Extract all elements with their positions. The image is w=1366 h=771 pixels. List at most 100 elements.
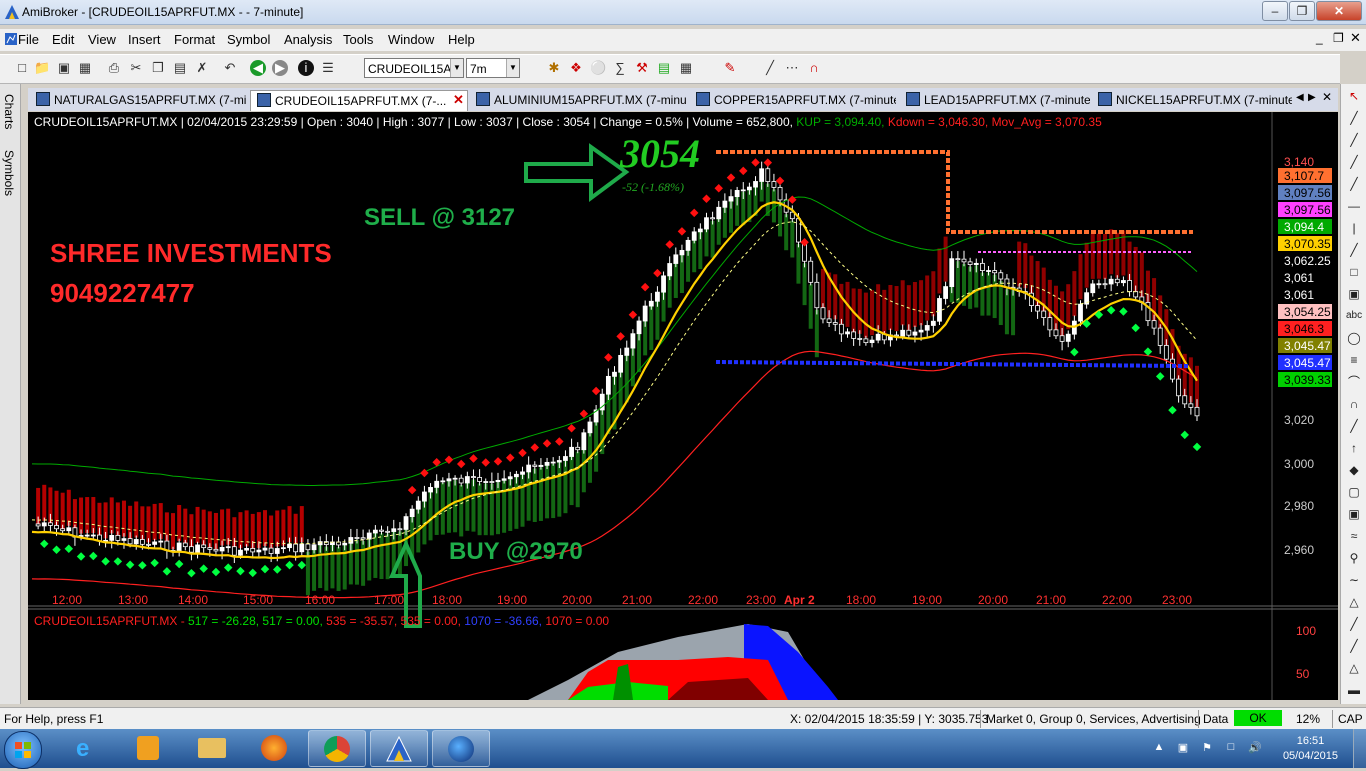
arrow-up-icon[interactable]: ↑ bbox=[1346, 440, 1362, 456]
binoculars-icon[interactable]: ⚪ bbox=[590, 60, 606, 76]
rectangle-icon[interactable]: □ bbox=[1346, 264, 1362, 280]
price-chart[interactable]: CRUDEOIL15APRFUT.MX | 02/04/2015 23:29:5… bbox=[28, 112, 1338, 700]
tools-icon[interactable]: ⚒ bbox=[634, 60, 650, 76]
menu-insert[interactable]: Insert bbox=[128, 32, 161, 47]
properties-icon[interactable]: ☰ bbox=[320, 60, 336, 76]
wave-icon[interactable]: ∼ bbox=[1346, 572, 1362, 588]
minimize-button[interactable]: – bbox=[1262, 1, 1288, 21]
show-desktop-button[interactable] bbox=[1353, 729, 1366, 768]
tab-close-all-icon[interactable]: ✕ bbox=[1322, 90, 1332, 104]
tray-speaker-icon[interactable]: 🔊 bbox=[1248, 741, 1262, 755]
mdi-restore-icon[interactable]: ❐ bbox=[1333, 31, 1344, 45]
fan-icon[interactable]: ╱ bbox=[1346, 242, 1362, 258]
delete-icon[interactable]: ✗ bbox=[194, 60, 210, 76]
info-icon[interactable]: i bbox=[298, 60, 314, 76]
chart-icon[interactable]: ▤ bbox=[656, 60, 672, 76]
tab-crudeoil[interactable]: CRUDEOIL15APRFUT.MX (7-... bbox=[250, 90, 468, 111]
regression-icon[interactable]: ╱ bbox=[1346, 616, 1362, 632]
menu-analysis[interactable]: Analysis bbox=[284, 32, 332, 47]
copy-icon[interactable]: ❐ bbox=[150, 60, 166, 76]
menu-window[interactable]: Window bbox=[388, 32, 434, 47]
tab-scroll-left-icon[interactable]: ◀ bbox=[1296, 92, 1304, 103]
print-icon[interactable]: ⎙ bbox=[106, 60, 122, 76]
menu-format[interactable]: Format bbox=[174, 32, 215, 47]
fib-icon[interactable]: ≡ bbox=[1346, 352, 1362, 368]
menu-file[interactable]: File bbox=[18, 32, 39, 47]
symbols-tab[interactable]: Symbols bbox=[2, 150, 16, 196]
taskbar-ie[interactable]: e bbox=[60, 730, 118, 767]
tab-lead[interactable]: LEAD15APRFUT.MX (7-minute) bbox=[900, 90, 1090, 110]
polygon-icon[interactable]: △ bbox=[1346, 660, 1362, 676]
magnify-icon[interactable]: ⚲ bbox=[1346, 550, 1362, 566]
pointer-icon[interactable]: ↖ bbox=[1346, 88, 1362, 104]
menu-help[interactable]: Help bbox=[448, 32, 475, 47]
dotted-line-icon[interactable]: ⋯ bbox=[784, 60, 800, 76]
paste-icon[interactable]: ▤ bbox=[172, 60, 188, 76]
channel-icon[interactable]: ╱ bbox=[1346, 176, 1362, 192]
ray-icon[interactable]: ╱ bbox=[1346, 132, 1362, 148]
gann-icon[interactable]: ╱ bbox=[1346, 418, 1362, 434]
undo-icon[interactable]: ↶ bbox=[222, 60, 238, 76]
symbol-icon[interactable]: ◆ bbox=[1346, 462, 1362, 478]
tray-expand-icon[interactable]: ▲ bbox=[1152, 741, 1166, 755]
arc-icon[interactable]: ⌒ bbox=[1346, 374, 1362, 390]
tab-copper[interactable]: COPPER15APRFUT.MX (7-minute) bbox=[690, 90, 896, 110]
taskbar-amibroker[interactable] bbox=[370, 730, 428, 767]
tray-display-icon[interactable]: □ bbox=[1224, 741, 1238, 755]
back-icon[interactable]: ◀ bbox=[250, 60, 266, 76]
tray-flag-icon[interactable]: ⚑ bbox=[1200, 741, 1214, 755]
layout-icon[interactable]: ▦ bbox=[678, 60, 694, 76]
mdi-minimize-icon[interactable]: _ bbox=[1316, 31, 1323, 45]
pitchfork-icon[interactable]: ╱ bbox=[1346, 638, 1362, 654]
save-all-icon[interactable]: ▦ bbox=[77, 60, 93, 76]
ellipse-icon[interactable]: ◯ bbox=[1346, 330, 1362, 346]
charts-tab[interactable]: Charts bbox=[2, 94, 16, 129]
trendline-icon[interactable]: ╱ bbox=[1346, 110, 1362, 126]
open-folder-icon[interactable]: 📁 bbox=[34, 60, 50, 76]
chart-window[interactable]: CRUDEOIL15APRFUT.MX | 02/04/2015 23:29:5… bbox=[28, 112, 1338, 700]
close-button[interactable]: ✕ bbox=[1316, 1, 1362, 21]
chevron-down-icon[interactable]: ▼ bbox=[506, 59, 519, 77]
menu-view[interactable]: View bbox=[88, 32, 116, 47]
candlestick-icon[interactable]: ✱ bbox=[546, 60, 562, 76]
box-filled-icon[interactable]: ▣ bbox=[1346, 506, 1362, 522]
tab-scroll-right-icon[interactable]: ▶ bbox=[1308, 92, 1316, 103]
close-tab-icon[interactable]: ✕ bbox=[453, 92, 464, 108]
document-icon[interactable] bbox=[4, 32, 18, 46]
box-icon[interactable]: ▢ bbox=[1346, 484, 1362, 500]
new-icon[interactable]: □ bbox=[14, 60, 30, 76]
triangle-icon[interactable]: △ bbox=[1346, 594, 1362, 610]
mdi-close-icon[interactable]: ✕ bbox=[1350, 30, 1361, 46]
signals-icon[interactable]: ❖ bbox=[568, 60, 584, 76]
cycle-icon[interactable]: ∩ bbox=[1346, 396, 1362, 412]
line-icon[interactable]: ╱ bbox=[1346, 154, 1362, 170]
symbol-combo[interactable]: CRUDEOIL15AF ▼ bbox=[364, 58, 464, 78]
chevron-down-icon[interactable]: ▼ bbox=[450, 59, 463, 77]
tab-nickel[interactable]: NICKEL15APRFUT.MX (7-minute) bbox=[1092, 90, 1292, 110]
start-button[interactable] bbox=[4, 731, 42, 769]
taskbar-media[interactable] bbox=[120, 730, 178, 767]
tab-naturalgas[interactable]: NATURALGAS15APRFUT.MX (7-minu bbox=[30, 90, 246, 110]
text-tool-icon[interactable]: abc bbox=[1346, 308, 1362, 324]
taskbar-chrome[interactable] bbox=[308, 730, 366, 767]
interval-combo[interactable]: 7m ▼ bbox=[466, 58, 520, 78]
menu-edit[interactable]: Edit bbox=[52, 32, 74, 47]
restore-button[interactable]: ❐ bbox=[1289, 1, 1315, 21]
zigzag-icon[interactable]: ≈ bbox=[1346, 528, 1362, 544]
cut-icon[interactable]: ✂ bbox=[128, 60, 144, 76]
pen-icon[interactable]: ✎ bbox=[722, 60, 738, 76]
rectangle-filled-icon[interactable]: ▣ bbox=[1346, 286, 1362, 302]
forward-icon[interactable]: ▶ bbox=[272, 60, 288, 76]
magnet-icon[interactable]: ∩ bbox=[806, 60, 822, 76]
formula-icon[interactable]: ∑ bbox=[612, 60, 628, 76]
tray-device-icon[interactable]: ▣ bbox=[1176, 741, 1190, 755]
vline-icon[interactable]: | bbox=[1346, 220, 1362, 236]
taskbar-firefox[interactable] bbox=[246, 730, 304, 767]
line-tool-icon[interactable]: ╱ bbox=[762, 60, 778, 76]
menu-tools[interactable]: Tools bbox=[343, 32, 373, 47]
save-icon[interactable]: ▣ bbox=[56, 60, 72, 76]
eraser-icon[interactable]: ▬ bbox=[1346, 682, 1362, 698]
taskbar-clock[interactable]: 16:51 05/04/2015 bbox=[1283, 734, 1338, 764]
menu-symbol[interactable]: Symbol bbox=[227, 32, 270, 47]
taskbar-globe[interactable] bbox=[432, 730, 490, 767]
